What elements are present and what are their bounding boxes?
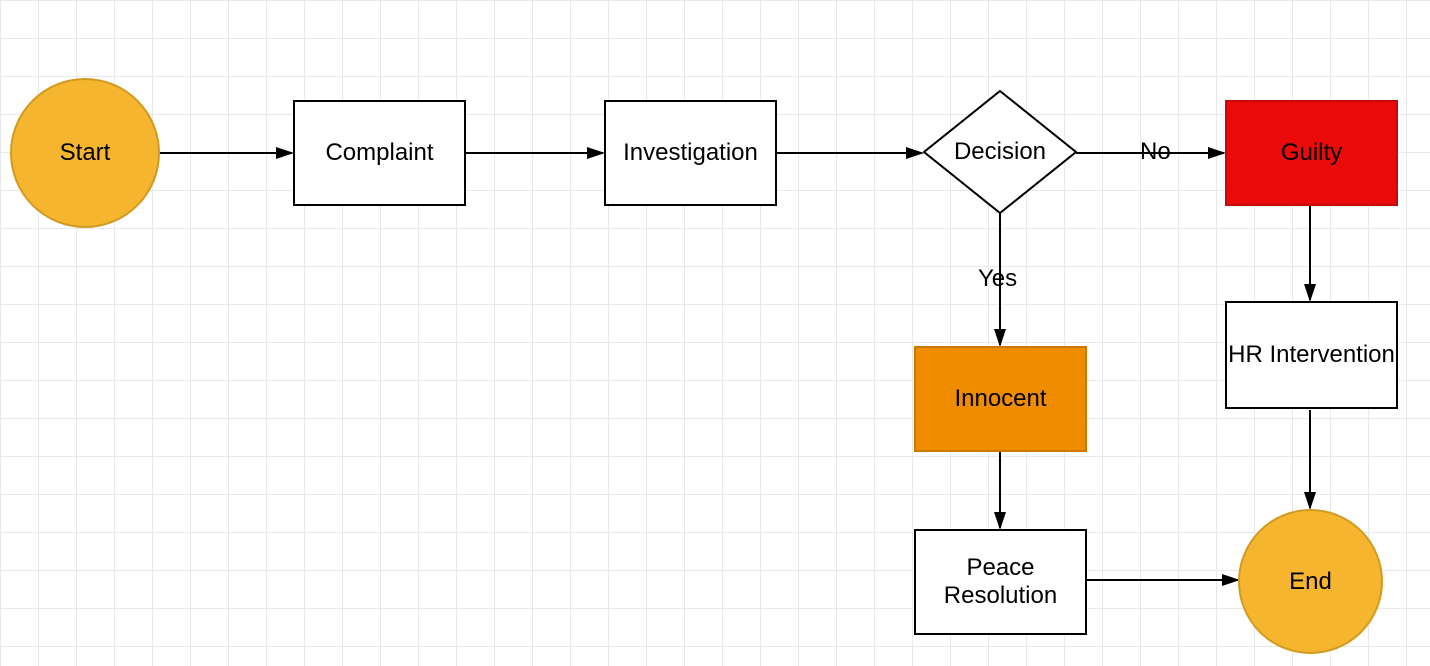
- decision-label: Decision: [946, 139, 1054, 165]
- end-node[interactable]: End: [1238, 509, 1383, 654]
- guilty-node[interactable]: Guilty: [1225, 100, 1398, 206]
- hr-intervention-label: HR Intervention: [1228, 341, 1395, 369]
- innocent-label: Innocent: [954, 385, 1046, 413]
- hr-intervention-node[interactable]: HR Intervention: [1225, 301, 1398, 409]
- decision-node[interactable]: Decision: [923, 90, 1077, 214]
- guilty-label: Guilty: [1281, 139, 1342, 167]
- edge-label-yes: Yes: [978, 265, 1017, 293]
- start-node[interactable]: Start: [10, 78, 160, 228]
- peace-resolution-label: Peace Resolution: [916, 554, 1085, 609]
- end-label: End: [1289, 568, 1332, 596]
- complaint-node[interactable]: Complaint: [293, 100, 466, 206]
- peace-resolution-node[interactable]: Peace Resolution: [914, 529, 1087, 635]
- complaint-label: Complaint: [325, 139, 433, 167]
- flowchart-canvas[interactable]: Start Complaint Investigation Decision G…: [0, 0, 1430, 666]
- investigation-label: Investigation: [623, 139, 758, 167]
- investigation-node[interactable]: Investigation: [604, 100, 777, 206]
- start-label: Start: [60, 139, 111, 167]
- innocent-node[interactable]: Innocent: [914, 346, 1087, 452]
- edge-label-no: No: [1140, 138, 1171, 166]
